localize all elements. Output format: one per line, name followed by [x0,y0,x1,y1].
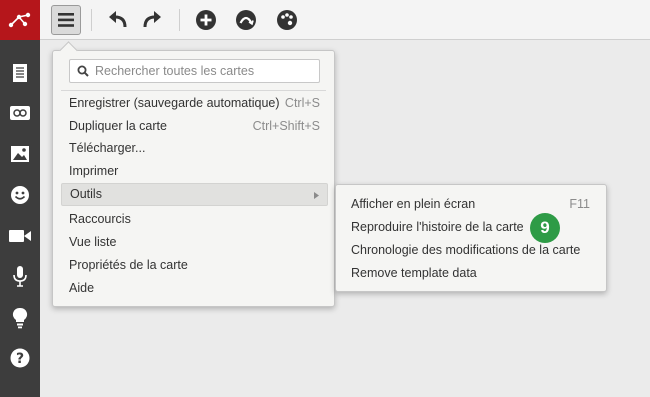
menu-item-shortcut: Ctrl+S [284,96,320,110]
tools-submenu: Afficher en plein écran F11 Reproduire l… [335,184,607,292]
lightbulb-icon[interactable] [0,300,40,336]
image-icon[interactable] [0,136,40,172]
logo-icon[interactable] [0,0,40,40]
notes-icon[interactable] [0,55,40,91]
toolbar-separator [179,9,180,31]
submenu-item-label: Remove template data [351,266,477,280]
search-field[interactable] [69,59,320,83]
palette-icon [277,10,297,30]
main-menu: Enregistrer (sauvegarde automatique) Ctr… [52,50,335,307]
left-sidebar: ? [0,0,40,397]
submenu-item-shortcut: F11 [569,197,590,211]
menu-item-save[interactable]: Enregistrer (sauvegarde automatique) Ctr… [53,92,336,115]
menu-item-shortcuts[interactable]: Raccourcis [53,208,336,231]
menu-item-print[interactable]: Imprimer [53,160,336,183]
redo-icon [143,11,161,28]
menu-item-label: Raccourcis [69,212,131,226]
submenu-item-remove-template-data[interactable]: Remove template data [336,262,608,285]
undo-icon [109,11,127,28]
search-input[interactable] [95,62,315,80]
menu-item-duplicate[interactable]: Dupliquer la carte Ctrl+Shift+S [53,115,336,138]
menu-item-label: Aide [69,281,95,295]
menu-divider [61,90,326,91]
add-button[interactable] [192,6,220,34]
menu-icon [58,13,74,27]
link-icon[interactable] [0,95,40,131]
menu-item-shortcut: Ctrl+Shift+S [252,119,320,133]
menu-item-tools[interactable]: Outils [61,183,328,206]
menu-item-help[interactable]: Aide [53,277,336,300]
undo-button[interactable] [104,6,132,34]
menu-item-map-properties[interactable]: Propriétés de la carte [53,254,336,277]
menu-item-label: Enregistrer (sauvegarde automatique) [69,96,280,110]
menu-item-download[interactable]: Télécharger... [53,137,336,160]
menu-item-label: Vue liste [69,235,117,249]
toolbar [40,0,650,40]
video-icon[interactable] [0,218,40,254]
toolbar-separator [91,9,92,31]
submenu-item-label: Afficher en plein écran [351,197,476,211]
connect-icon [236,10,256,30]
help-icon[interactable]: ? [0,340,40,376]
microphone-icon[interactable] [0,259,40,295]
add-icon [196,10,216,30]
menu-item-label: Télécharger... [69,141,146,155]
submenu-item-label: Reproduire l'histoire de la carte [351,220,524,234]
svg-text:?: ? [16,351,24,367]
submenu-item-replay-history[interactable]: Reproduire l'histoire de la carte [336,216,608,239]
menu-item-label: Propriétés de la carte [69,258,188,272]
style-button[interactable] [273,6,301,34]
step-number-badge: 9 [530,213,560,243]
menu-item-label: Imprimer [69,164,119,178]
menu-button[interactable] [51,5,81,35]
submenu-item-fullscreen[interactable]: Afficher en plein écran F11 [336,193,608,216]
smiley-icon[interactable] [0,177,40,213]
redo-button[interactable] [138,6,166,34]
menu-item-list-view[interactable]: Vue liste [53,231,336,254]
connect-button[interactable] [232,6,260,34]
search-icon [77,65,89,77]
menu-item-label: Dupliquer la carte [69,119,167,133]
chevron-right-icon [314,192,319,199]
submenu-item-change-timeline[interactable]: Chronologie des modifications de la cart… [336,239,608,262]
menu-item-label: Outils [70,187,102,201]
